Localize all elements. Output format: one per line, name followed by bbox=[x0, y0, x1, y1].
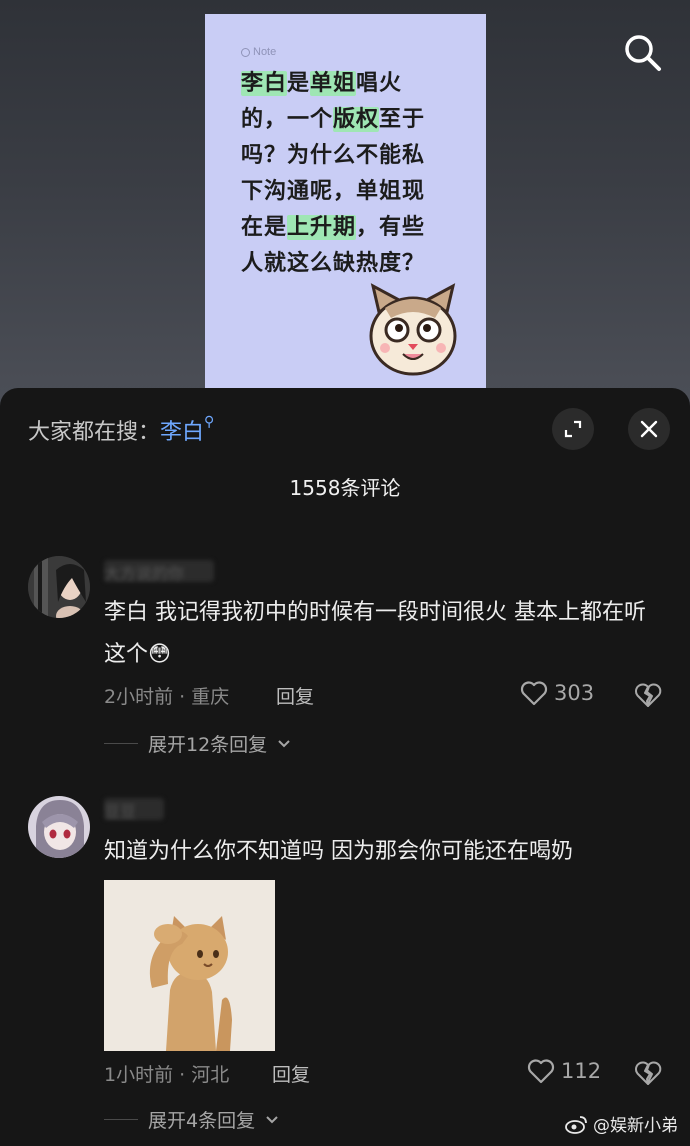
note-line: 在是上升期，有些 bbox=[241, 210, 471, 246]
note-segment: 在是 bbox=[241, 215, 288, 240]
note-segment: 唱火 bbox=[356, 71, 403, 96]
search-small-icon: ⚲ bbox=[204, 414, 215, 430]
note-highlight: 版权 bbox=[333, 107, 380, 132]
comment-meta: 2小时前 · 重庆 bbox=[104, 686, 230, 708]
comment-text: 李白 我记得我初中的时候有一段时间很火 基本上都在听这个😳 bbox=[104, 600, 646, 667]
close-icon bbox=[640, 420, 658, 438]
avatar-image bbox=[28, 556, 90, 618]
expand-icon bbox=[564, 420, 582, 438]
broken-heart-icon[interactable] bbox=[634, 1060, 662, 1086]
expand-replies-button[interactable]: 展开12条回复 bbox=[104, 730, 291, 757]
avatar[interactable] bbox=[28, 556, 90, 618]
trending-search-keyword[interactable]: 李白 bbox=[160, 420, 204, 445]
note-line: 下沟通呢，单姐现 bbox=[241, 174, 471, 210]
note-ring-icon bbox=[241, 47, 250, 57]
expand-replies-label: 展开4条回复 bbox=[148, 1110, 256, 1132]
broken-heart-icon[interactable] bbox=[634, 682, 662, 708]
note-segment: 是 bbox=[287, 71, 311, 96]
like-button[interactable]: 112 bbox=[527, 1058, 601, 1084]
close-button[interactable] bbox=[628, 408, 670, 450]
heart-icon bbox=[527, 1059, 555, 1084]
expand-replies-label: 展开12条回复 bbox=[148, 734, 268, 756]
avatar[interactable] bbox=[28, 796, 90, 858]
chevron-down-icon bbox=[266, 1115, 278, 1123]
search-icon[interactable] bbox=[620, 30, 664, 74]
heart-icon bbox=[520, 681, 548, 706]
comment-text: 知道为什么你不知道吗 因为那会你可能还在喝奶 bbox=[104, 839, 573, 864]
note-line: 人就这么缺热度？ bbox=[241, 246, 471, 282]
divider bbox=[104, 1119, 138, 1120]
cat-salute-gif[interactable] bbox=[104, 880, 275, 1051]
flushed-emoji: 😳 bbox=[148, 642, 171, 667]
video-area[interactable]: Note 李白是单姐唱火 的，一个版权至于 吗？为什么不能私 下沟通呢，单姐现 在是上升… bbox=[0, 0, 690, 400]
comment-count: 1558条评论 bbox=[289, 476, 401, 500]
weibo-watermark: @娱新小弟 bbox=[565, 1111, 678, 1136]
trending-search[interactable]: 大家都在搜：李白⚲ bbox=[28, 414, 214, 446]
chevron-down-icon bbox=[278, 739, 290, 747]
note-segment: 人就这么缺热度？ bbox=[241, 251, 426, 276]
note-segment: ，有些 bbox=[356, 215, 426, 240]
like-count: 303 bbox=[554, 681, 595, 705]
reply-button[interactable]: 回复 bbox=[272, 1060, 310, 1087]
note-segment: 至于 bbox=[379, 107, 426, 132]
weibo-logo-icon bbox=[565, 1115, 587, 1134]
note-highlight: 上升期 bbox=[287, 215, 357, 240]
divider bbox=[104, 743, 138, 744]
note-line: 的，一个版权至于 bbox=[241, 102, 471, 138]
username[interactable]: 豆豆 bbox=[104, 798, 164, 821]
note-segment: 的，一个 bbox=[241, 107, 334, 132]
note-line: 李白是单姐唱火 bbox=[241, 66, 471, 102]
like-count: 112 bbox=[561, 1059, 602, 1083]
comment-sheet: 大家都在搜：李白⚲ 1558条评论 大方说的你 李白 我记得我初中的时候有一段时… bbox=[0, 388, 690, 1146]
note-highlight: 单姐 bbox=[310, 71, 357, 96]
reply-button[interactable]: 回复 bbox=[276, 682, 314, 709]
username[interactable]: 大方说的你 bbox=[104, 560, 214, 583]
note-card: Note 李白是单姐唱火 的，一个版权至于 吗？为什么不能私 下沟通呢，单姐现 在是上升… bbox=[205, 14, 486, 394]
note-tag: Note bbox=[241, 46, 276, 58]
like-button[interactable]: 303 bbox=[520, 680, 594, 706]
note-highlight: 李白 bbox=[241, 71, 288, 96]
note-line: 吗？为什么不能私 bbox=[241, 138, 471, 174]
avatar-image bbox=[28, 796, 90, 858]
note-segment: 吗？为什么不能私 bbox=[241, 143, 426, 168]
expand-replies-button[interactable]: 展开4条回复 bbox=[104, 1106, 279, 1133]
expand-button[interactable] bbox=[552, 408, 594, 450]
cat-salute-image bbox=[104, 880, 275, 1051]
trending-search-prefix: 大家都在搜： bbox=[28, 420, 161, 445]
note-segment: 下沟通呢，单姐现 bbox=[241, 179, 426, 204]
note-text: 李白是单姐唱火 的，一个版权至于 吗？为什么不能私 下沟通呢，单姐现 在是上升期，有些人… bbox=[241, 66, 471, 282]
comment-meta: 1小时前 · 河北 bbox=[104, 1064, 230, 1086]
cat-sticker-icon bbox=[369, 283, 457, 376]
